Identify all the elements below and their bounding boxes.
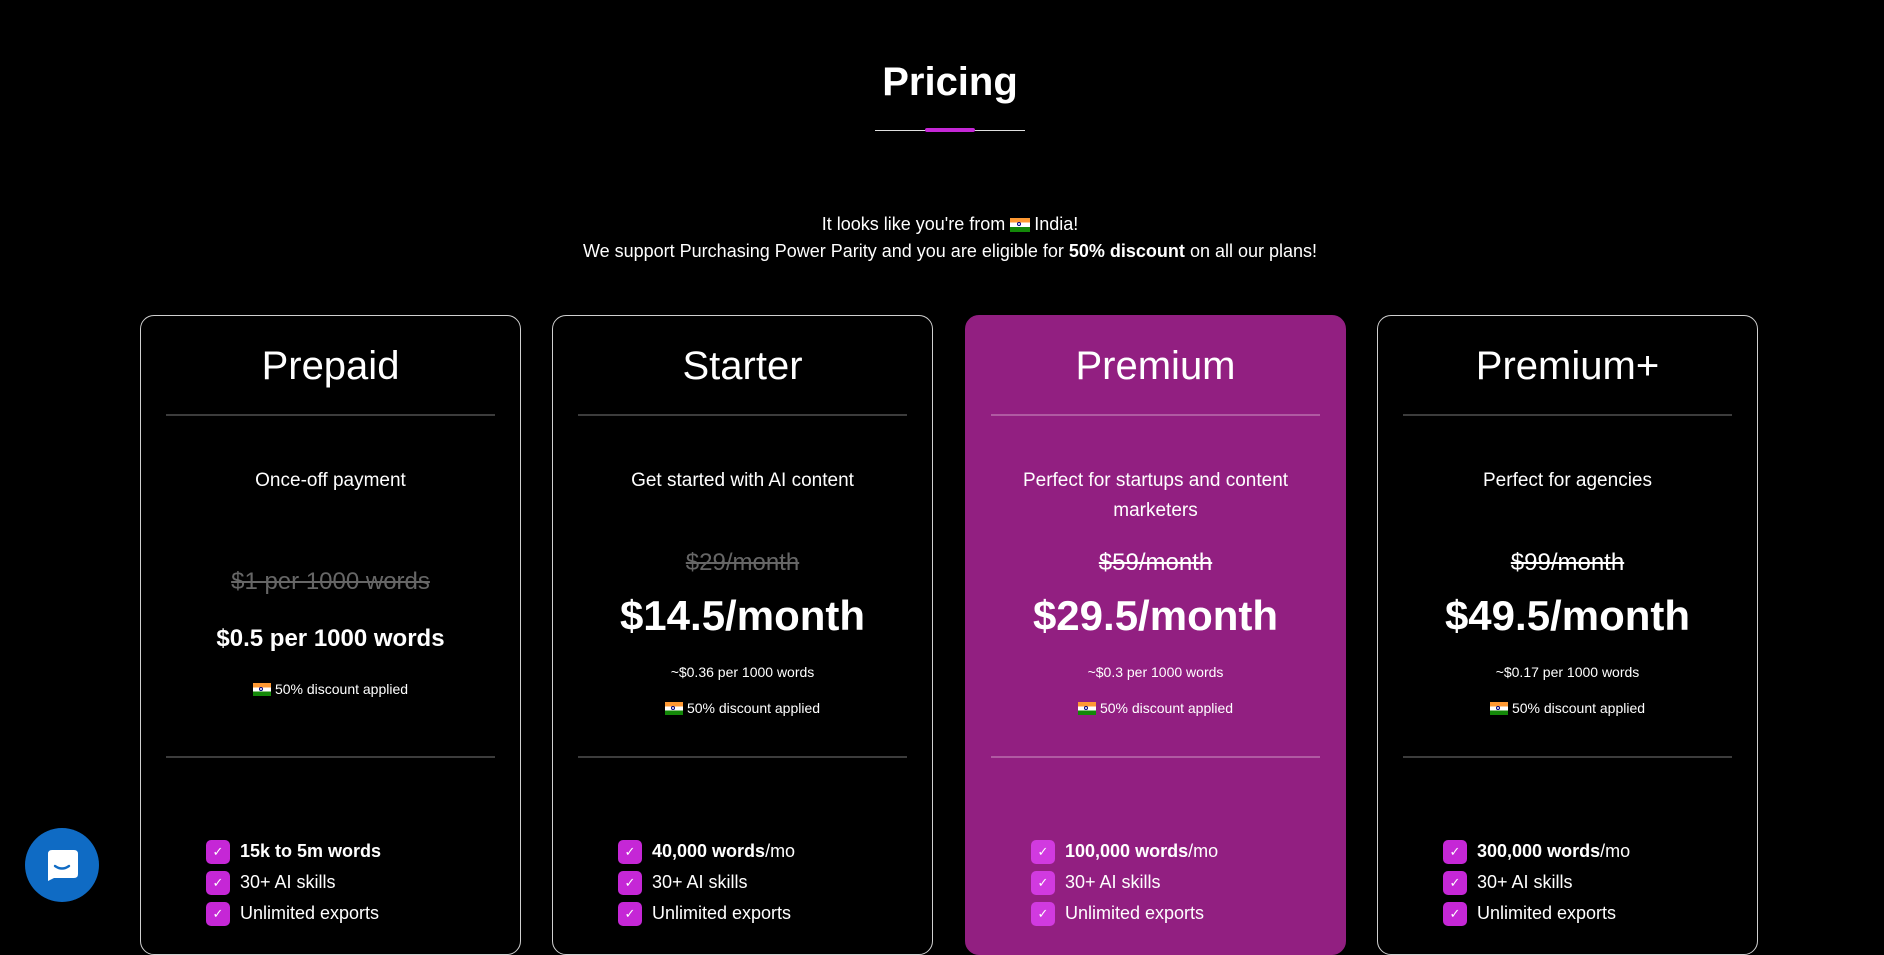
- plan-card-starter: Starter Get started with AI content $29/…: [552, 315, 933, 955]
- feature-item: ✓ Unlimited exports: [1443, 898, 1737, 929]
- check-icon: ✓: [206, 839, 230, 864]
- plan-old-price: $59/month: [1098, 549, 1213, 576]
- plan-discount-note: 50% discount applied: [966, 700, 1345, 716]
- plan-feature-list: ✓ 100,000 words/mo ✓ 30+ AI skills ✓ Unlimi…: [1031, 836, 1325, 929]
- card-divider: [166, 414, 495, 416]
- check-icon: ✓: [1031, 839, 1055, 864]
- check-icon: ✓: [206, 870, 230, 895]
- chat-launcher-button[interactable]: [25, 828, 99, 902]
- feature-item: ✓ 15k to 5m words: [206, 836, 500, 867]
- plan-discount-note: 50% discount applied: [1378, 700, 1757, 716]
- card-divider: [1403, 414, 1732, 416]
- plan-old-price: $99/month: [1510, 549, 1625, 576]
- plan-old-price: $1 per 1000 words: [231, 568, 430, 595]
- plan-discount-label: 50% discount applied: [1099, 700, 1234, 716]
- card-divider: [578, 756, 907, 758]
- feature-item: ✓ Unlimited exports: [1031, 898, 1325, 929]
- plan-tagline: Perfect for startups and content markete…: [1022, 470, 1289, 521]
- plan-discount-note: 50% discount applied: [553, 700, 932, 716]
- card-divider: [1403, 756, 1732, 758]
- title-accent-bar: [925, 128, 975, 132]
- plan-feature-list: ✓ 300,000 words/mo ✓ 30+ AI skills ✓ Unlimi…: [1443, 836, 1737, 929]
- ppp-country: India!: [1034, 214, 1079, 234]
- plan-tagline: Get started with AI content: [631, 470, 854, 491]
- ppp-discount-prefix: We support Purchasing Power Parity and y…: [582, 241, 1064, 261]
- plan-discount-note: 50% discount applied: [141, 681, 520, 697]
- plan-discount-label: 50% discount applied: [1511, 700, 1646, 716]
- check-icon: ✓: [618, 901, 642, 926]
- plan-new-price: $49.5/month: [1444, 592, 1691, 639]
- plan-discount-label: 50% discount applied: [686, 700, 821, 716]
- plan-new-price: $29.5/month: [1032, 592, 1279, 639]
- check-icon: ✓: [618, 839, 642, 864]
- ppp-location-line: It looks like you're from India!: [0, 214, 1884, 235]
- plan-card-premium-plus: Premium+ Perfect for agencies $99/month …: [1377, 315, 1758, 955]
- chat-icon: [48, 850, 78, 881]
- check-icon: ✓: [206, 901, 230, 926]
- plan-name: Prepaid: [261, 344, 400, 388]
- feature-item: ✓ 300,000 words/mo: [1443, 836, 1737, 867]
- plan-tagline: Perfect for agencies: [1483, 470, 1652, 491]
- india-flag-icon: [664, 702, 683, 715]
- plan-per-words: ~$0.17 per 1000 words: [1495, 664, 1640, 680]
- plan-name: Starter: [682, 344, 803, 388]
- india-flag-icon: [252, 683, 271, 696]
- ppp-discount-suffix: on all our plans!: [1189, 241, 1318, 261]
- india-flag-icon: [1489, 702, 1508, 715]
- ppp-location-prefix: It looks like you're from: [821, 214, 1006, 234]
- feature-item: ✓ 30+ AI skills: [1443, 867, 1737, 898]
- plan-card-premium: Premium Perfect for startups and content…: [965, 315, 1346, 955]
- check-icon: ✓: [1443, 839, 1467, 864]
- plan-name: Premium: [1075, 344, 1236, 388]
- ppp-discount-amount: 50% discount: [1068, 241, 1185, 261]
- card-divider: [166, 756, 495, 758]
- feature-item: ✓ Unlimited exports: [618, 898, 912, 929]
- card-divider: [991, 414, 1320, 416]
- card-divider: [578, 414, 907, 416]
- feature-item: ✓ 30+ AI skills: [618, 867, 912, 898]
- plan-new-price: $0.5 per 1000 words: [216, 625, 445, 652]
- feature-item: ✓ 30+ AI skills: [206, 867, 500, 898]
- plan-new-price: $14.5/month: [619, 592, 866, 639]
- india-flag-icon: [1010, 218, 1031, 232]
- plan-feature-list: ✓ 40,000 words/mo ✓ 30+ AI skills ✓ Unlimit…: [618, 836, 912, 929]
- plan-tagline: Once-off payment: [255, 470, 406, 491]
- feature-item: ✓ 30+ AI skills: [1031, 867, 1325, 898]
- feature-item: ✓ 100,000 words/mo: [1031, 836, 1325, 867]
- check-icon: ✓: [618, 870, 642, 895]
- page-title: Pricing: [882, 60, 1018, 104]
- check-icon: ✓: [1031, 870, 1055, 895]
- plan-old-price: $29/month: [685, 549, 800, 576]
- plan-feature-list: ✓ 15k to 5m words ✓ 30+ AI skills ✓ Unlimit…: [206, 836, 500, 929]
- card-divider: [991, 756, 1320, 758]
- check-icon: ✓: [1443, 870, 1467, 895]
- plan-name: Premium+: [1475, 344, 1660, 388]
- plan-per-words: ~$0.36 per 1000 words: [670, 664, 815, 680]
- feature-item: ✓ Unlimited exports: [206, 898, 500, 929]
- india-flag-icon: [1077, 702, 1096, 715]
- feature-item: ✓ 40,000 words/mo: [618, 836, 912, 867]
- plan-card-prepaid: Prepaid Once-off payment $1 per 1000 wor…: [140, 315, 521, 955]
- check-icon: ✓: [1443, 901, 1467, 926]
- plan-per-words: ~$0.3 per 1000 words: [1087, 664, 1224, 680]
- ppp-discount-line: We support Purchasing Power Parity and y…: [0, 241, 1884, 262]
- plan-discount-label: 50% discount applied: [274, 681, 409, 697]
- check-icon: ✓: [1031, 901, 1055, 926]
